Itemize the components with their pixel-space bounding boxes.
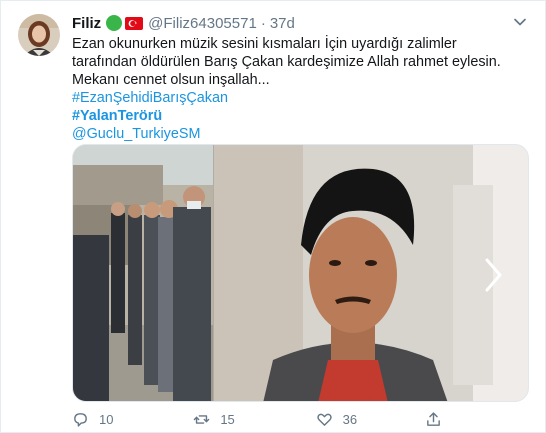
user-handle[interactable]: @Filiz64305571	[148, 15, 257, 32]
tweet-header: Filiz @Filiz64305571 · 37d	[72, 13, 295, 33]
avatar[interactable]	[18, 14, 60, 56]
hashtag-link[interactable]: #YalanTerörü	[72, 108, 162, 124]
tweet-card[interactable]: Filiz @Filiz64305571 · 37d Ezan okunurke…	[0, 0, 546, 433]
timestamp[interactable]: 37d	[270, 15, 295, 32]
mention-link[interactable]: @Guclu_TurkiyeSM	[72, 126, 200, 142]
tweet-text: Ezan okunurken müzik sesini kısmaları İç…	[72, 36, 501, 88]
tweet-actions: 10 15 36	[72, 409, 452, 429]
tweet-body: Ezan okunurken müzik sesini kısmaları İç…	[72, 35, 522, 143]
turkey-flag-icon	[125, 16, 144, 30]
reply-button[interactable]: 10	[72, 411, 193, 428]
share-icon	[427, 411, 440, 426]
display-name[interactable]: Filiz	[72, 15, 101, 32]
verified-green-circle-icon	[106, 15, 123, 31]
like-button[interactable]: 36	[316, 411, 425, 428]
next-arrow-icon[interactable]	[478, 255, 508, 295]
tweet-media-image[interactable]	[72, 144, 529, 402]
retweet-icon	[194, 414, 210, 424]
reply-count: 10	[99, 411, 114, 427]
like-icon	[316, 413, 332, 426]
reply-icon	[74, 412, 87, 427]
hashtag-link[interactable]: #EzanŞehidiBarışÇakan	[72, 90, 228, 106]
like-count: 36	[342, 411, 358, 427]
chevron-down-icon[interactable]	[513, 15, 527, 29]
separator-dot: ·	[260, 14, 266, 32]
retweet-count: 15	[220, 411, 235, 427]
share-button[interactable]	[425, 411, 452, 428]
retweet-button[interactable]: 15	[193, 411, 315, 428]
